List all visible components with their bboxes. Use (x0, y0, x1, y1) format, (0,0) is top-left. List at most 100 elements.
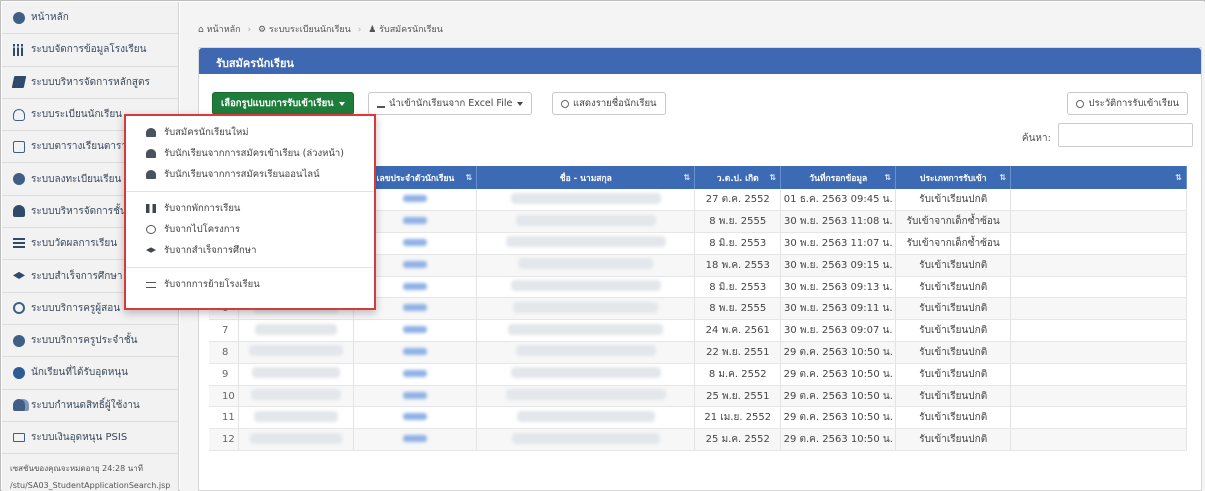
sidebar-item-label: นักเรียนที่ได้รับอุดหนุน (31, 367, 128, 379)
app-window: หน้าหลัก ระบบจัดการข้อมูลโรงเรียน ระบบบร… (0, 0, 1205, 491)
menu-item-new-student[interactable]: รับสมัครนักเรียนใหม่ (126, 122, 374, 143)
row-number: 9 (209, 363, 240, 386)
sidebar-item-label: ระบบสำเร็จการศึกษา (31, 270, 123, 282)
citizen-id-cell-redacted (238, 385, 355, 408)
dob-cell: 24 พ.ค. 2561 (694, 319, 782, 343)
sort-icon: ⇅ (683, 173, 691, 182)
column-header-entered-date[interactable]: วันที่กรอกข้อมูล ⇅ (780, 166, 897, 189)
menu-item-from-graduation[interactable]: รับจากสำเร็จการศึกษา (126, 240, 374, 261)
sidebar-item-curriculum[interactable]: ระบบบริหารจัดการหลักสูตร (2, 67, 178, 99)
sidebar-item-psis-subsidy[interactable]: ระบบเงินอุดหนุน PSIS (2, 422, 178, 455)
menu-item-label: รับนักเรียนจากการสมัครเรียนออนไลน์ (164, 169, 320, 180)
import-excel-button[interactable]: นำเข้านักเรียนจาก Excel File (368, 92, 533, 115)
menu-item-label: รับจากการย้ายโรงเรียน (164, 279, 260, 290)
show-names-label: แสดงรายชื่อนักเรียน (573, 98, 657, 109)
search-input[interactable] (1058, 123, 1193, 147)
actions-cell (1010, 297, 1187, 321)
sort-icon: ⇅ (999, 173, 1007, 182)
column-header-label: ประเภทการรับเข้า (919, 173, 987, 184)
ban-icon (146, 225, 156, 234)
home-icon: ⌂ (198, 25, 207, 35)
sidebar-item-label: ระบบจัดการข้อมูลโรงเรียน (31, 44, 147, 56)
sidebar-item-subsidized-students[interactable]: นักเรียนที่ได้รับอุดหนุน (2, 357, 178, 390)
sidebar-item-label: หน้าหลัก (31, 12, 69, 24)
table-row[interactable]: 9 8 ม.ค. 2552 29 ต.ค. 2563 10:50 น. รับเข้า… (209, 363, 1187, 386)
entered-date-cell: 30 พ.ย. 2563 09:07 น. (780, 319, 897, 343)
student-name-cell-redacted (476, 189, 696, 212)
table-row[interactable]: 7 24 พ.ค. 2561 30 พ.ย. 2563 09:07 น. รับเข้… (209, 319, 1187, 343)
sidebar-item-school-data[interactable]: ระบบจัดการข้อมูลโรงเรียน (2, 34, 178, 67)
column-header-actions[interactable]: ⇅ (1010, 166, 1187, 189)
entered-date-cell: 30 พ.ย. 2563 11:08 น. (780, 210, 897, 234)
show-student-names-button[interactable]: แสดงรายชื่อนักเรียน (552, 92, 666, 115)
table-row[interactable]: 8 22 พ.ย. 2551 29 ต.ค. 2563 10:50 น. รับเข้… (209, 341, 1187, 364)
menu-item-advance-application[interactable]: รับนักเรียนจากการสมัครเข้าเรียน (ล่วงหน้… (126, 143, 374, 164)
actions-cell (1010, 363, 1187, 386)
menu-item-label: รับจากพักการเรียน (164, 203, 241, 214)
page-path-text: /stu/SA03_StudentApplicationSearch.jsp (10, 481, 171, 491)
history-label: ประวัติการรับเข้าเรียน (1088, 98, 1179, 109)
book-icon (11, 76, 27, 89)
column-header-admission-type[interactable]: ประเภทการรับเข้า ⇅ (895, 166, 1012, 189)
dob-cell: 8 พ.ย. 2555 (694, 297, 782, 321)
add-user-icon: ♟ (368, 25, 380, 35)
breadcrumb-home[interactable]: หน้าหลัก (207, 25, 241, 35)
student-id-link-redacted[interactable] (353, 341, 478, 364)
menu-divider (126, 191, 374, 192)
entered-date-cell: 29 ต.ค. 2563 10:50 น. (780, 341, 897, 364)
dob-cell: 8 มิ.ย. 2553 (694, 276, 782, 299)
row-number: 7 (209, 319, 240, 343)
money-icon (13, 433, 25, 442)
sidebar-item-home[interactable]: หน้าหลัก (2, 2, 178, 35)
breadcrumb-separator: › (247, 25, 252, 35)
breadcrumb-current: รับสมัครนักเรียน (379, 25, 443, 35)
admission-type-cell: รับเข้าเรียนปกติ (895, 428, 1012, 452)
search-label: ค้นหา: (1021, 133, 1051, 144)
student-id-link-redacted[interactable] (353, 363, 478, 386)
student-name-cell-redacted (476, 428, 696, 452)
actions-cell (1010, 341, 1187, 364)
citizen-id-cell-redacted (238, 363, 355, 386)
sidebar-item-label: ระบบเงินอุดหนุน PSIS (31, 432, 128, 443)
entered-date-cell: 30 พ.ย. 2563 09:15 น. (780, 254, 897, 277)
sidebar-item-user-permissions[interactable]: ระบบกำหนดสิทธิ์ผู้ใช้งาน (2, 390, 178, 422)
breadcrumb-section[interactable]: ระบบระเบียนนักเรียน (269, 25, 351, 35)
student-id-link-redacted[interactable] (353, 428, 478, 452)
teacher-icon (13, 334, 25, 347)
dob-cell: 8 มิ.ย. 2553 (694, 232, 782, 255)
menu-item-from-leave[interactable]: รับจากพักการเรียน (126, 198, 374, 219)
student-id-link-redacted[interactable] (353, 406, 478, 430)
sort-icon: ⇅ (884, 173, 892, 182)
row-number: 12 (209, 428, 240, 452)
sidebar-item-label: ระบบลงทะเบียนเรียน (31, 173, 122, 185)
swap-icon (146, 281, 156, 288)
admission-type-dropdown-button[interactable]: เลือกรูปแบบการรับเข้าเรียน (212, 92, 354, 115)
school-building-icon (13, 43, 25, 56)
table-row[interactable]: 11 21 เม.ย. 2552 29 ต.ค. 2563 10:50 น. รับเ… (209, 406, 1187, 430)
student-name-cell-redacted (476, 341, 696, 364)
entered-date-cell: 29 ต.ค. 2563 10:50 น. (780, 385, 897, 408)
sidebar-item-homeroom-teacher[interactable]: ระบบบริการครูประจำชั้น (2, 325, 178, 358)
add-user-icon (146, 149, 156, 158)
entered-date-cell: 30 พ.ย. 2563 09:11 น. (780, 297, 897, 321)
student-name-cell-redacted (476, 232, 696, 255)
menu-item-from-project[interactable]: รับจากไปโครงการ (126, 219, 374, 240)
table-row[interactable]: 12 25 ม.ค. 2552 29 ต.ค. 2563 10:50 น. รับเข… (209, 428, 1187, 452)
student-id-link-redacted[interactable] (353, 385, 478, 408)
dashboard-icon (13, 11, 25, 24)
pause-icon (146, 204, 156, 213)
citizen-id-cell-redacted (238, 319, 355, 343)
sort-icon: ⇅ (1175, 173, 1182, 182)
menu-item-online-application[interactable]: รับนักเรียนจากการสมัครเรียนออนไลน์ (126, 164, 374, 185)
column-header-name[interactable]: ชื่อ - นามสกุล ⇅ (476, 166, 696, 189)
history-icon (1076, 99, 1085, 108)
menu-item-school-transfer[interactable]: รับจากการย้ายโรงเรียน (126, 274, 374, 295)
menu-item-label: รับจากสำเร็จการศึกษา (164, 245, 257, 256)
student-name-cell-redacted (476, 319, 696, 343)
dob-cell: 22 พ.ย. 2551 (694, 341, 782, 364)
student-id-link-redacted[interactable] (353, 319, 478, 343)
table-row[interactable]: 10 25 พ.ย. 2551 29 ต.ค. 2563 10:50 น. รับเข… (209, 385, 1187, 408)
column-header-dob[interactable]: ว.ด.ป. เกิด ⇅ (694, 166, 782, 189)
admission-history-button[interactable]: ประวัติการรับเข้าเรียน (1067, 92, 1188, 115)
sidebar-item-label: ระบบวัดผลการเรียน (31, 238, 118, 250)
